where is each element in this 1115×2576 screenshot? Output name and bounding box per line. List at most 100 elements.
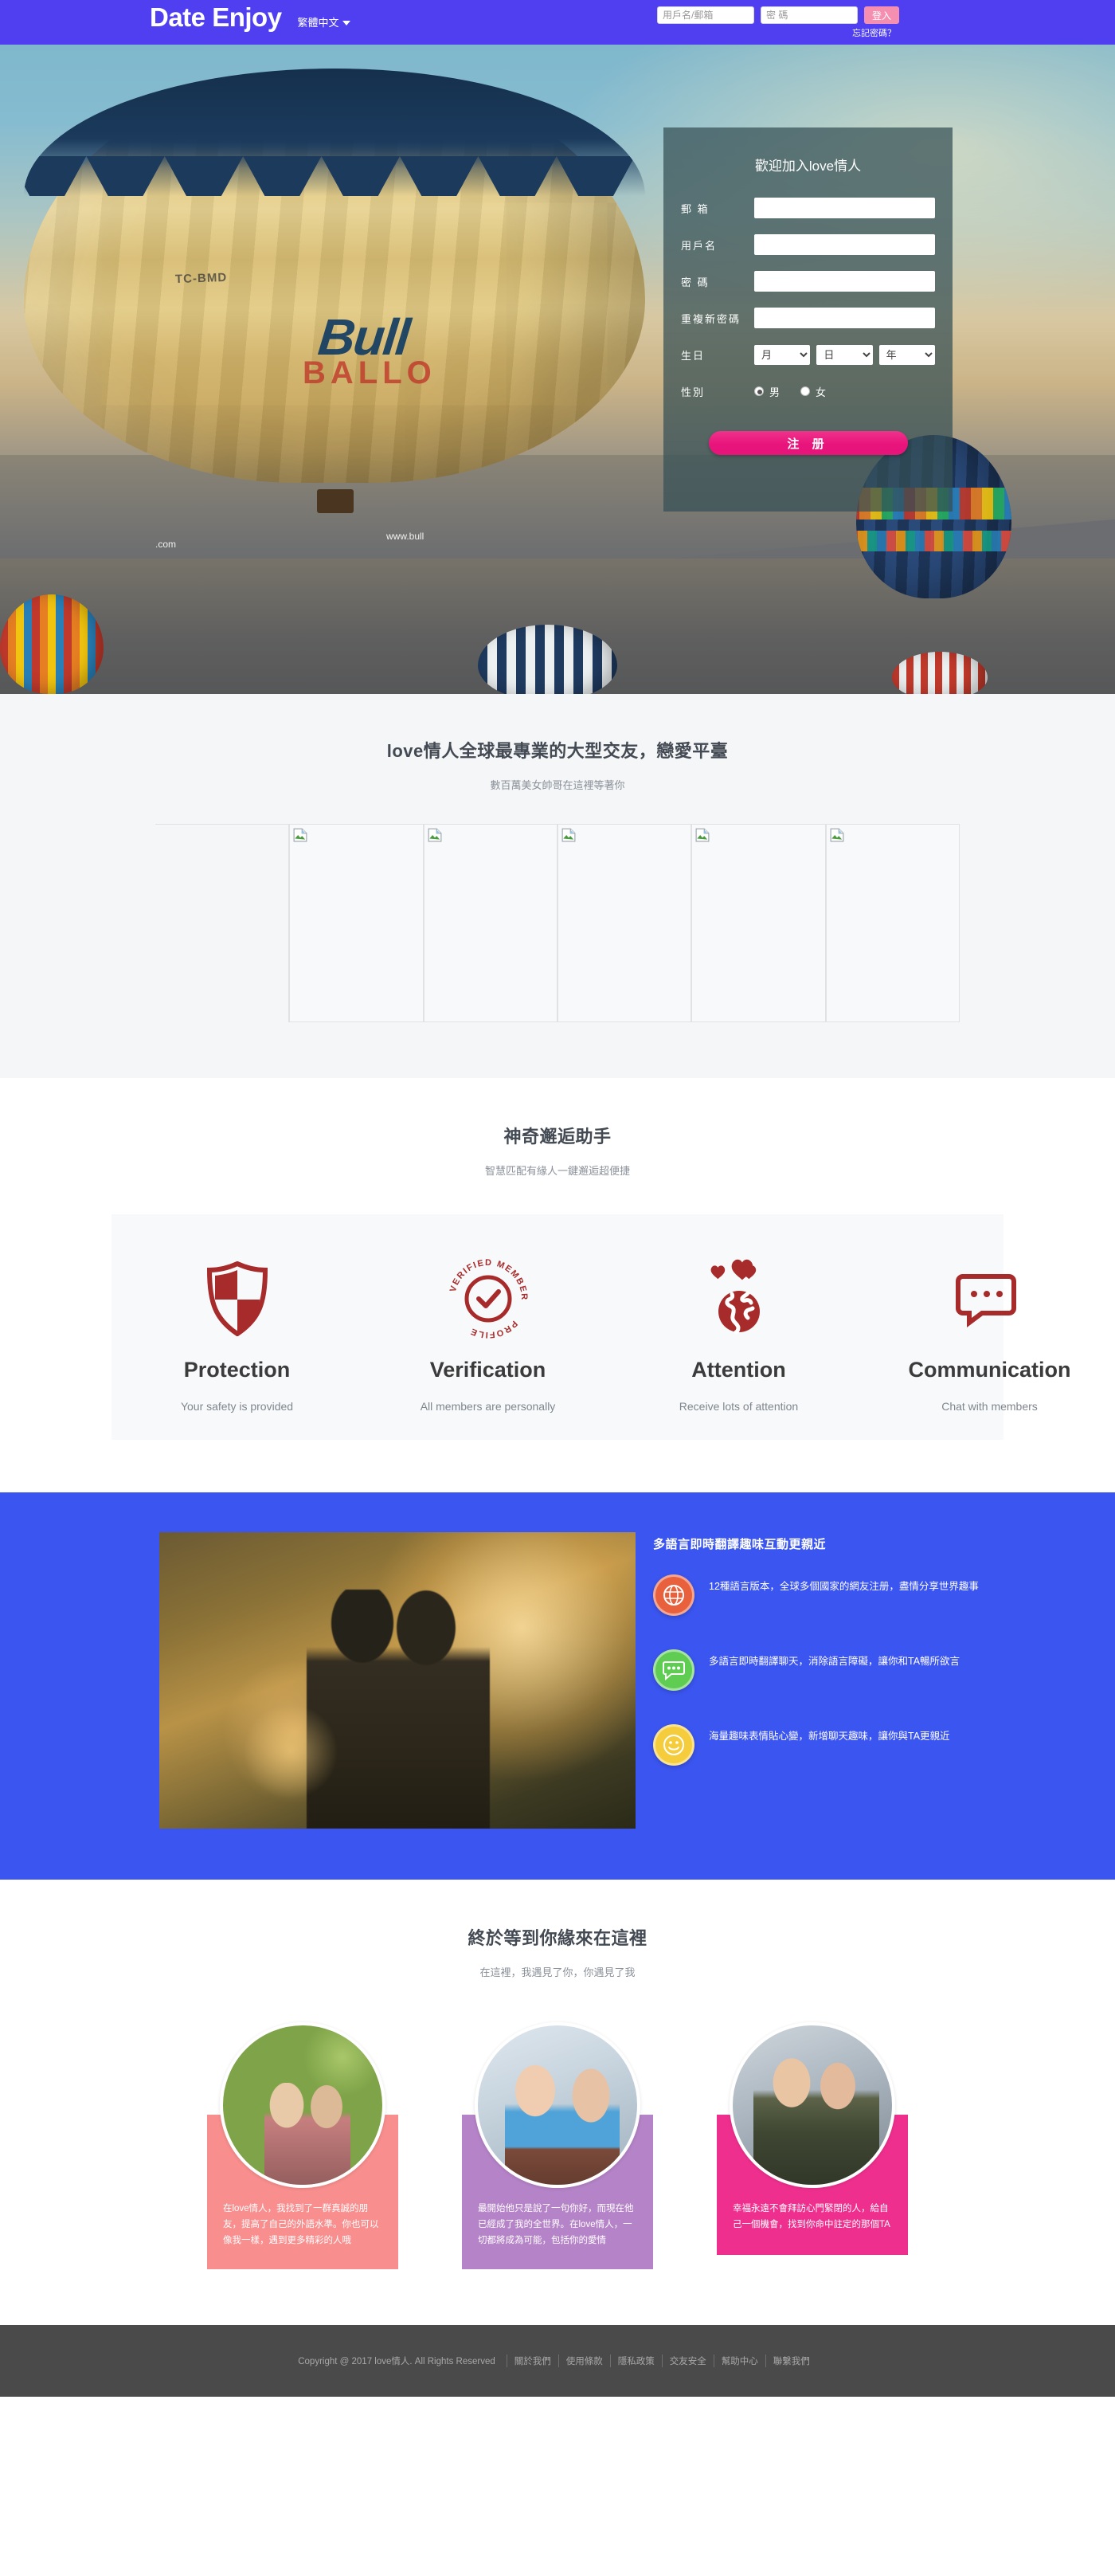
balloon-small-envelope: [892, 652, 988, 694]
hot-air-balloon-main: TC-BMD Bull BALLO .com www.bull: [24, 69, 645, 550]
blue-feature-text: 海量趣味表情貼心變，新增聊天趣味，讓你與TA更親近: [709, 1731, 950, 1742]
gender-female-label: 女: [816, 386, 827, 398]
blue-feature-text: 多語言即時翻譯聊天，消除語言障礙，讓你和TA暢所欲言: [709, 1656, 960, 1667]
footer-link-privacy[interactable]: 隱私政策: [609, 2354, 662, 2367]
gallery-cell[interactable]: [423, 825, 558, 1022]
globe-hearts-icon: [623, 1251, 855, 1347]
helper-item-title: Communication: [908, 1358, 1071, 1382]
registration-panel: 歡迎加入love情人 郵 箱 用戶名 密 碼 重複新密碼 生日 月 日 年 性別…: [663, 127, 953, 512]
gallery-cell[interactable]: [155, 825, 290, 1022]
register-submit-button[interactable]: 注 册: [708, 431, 908, 455]
footer-link-terms[interactable]: 使用條款: [558, 2354, 610, 2367]
helper-item-verification: VERIFIED MEMBER PROFILE Verification All…: [362, 1251, 613, 1413]
helper-item-desc: Your safety is provided: [180, 1400, 294, 1413]
balloon-small-envelope: [478, 625, 617, 694]
register-username-input[interactable]: [754, 234, 935, 255]
balloon-url-right: www.bull: [386, 531, 424, 542]
svg-text:VERIFIED MEMBER: VERIFIED MEMBER: [448, 1259, 528, 1301]
broken-image-icon: [293, 828, 307, 842]
username-label: 用戶名: [681, 239, 718, 252]
avatar: [730, 2022, 895, 2188]
login-username-input[interactable]: [657, 6, 754, 24]
broken-image-icon: [561, 828, 576, 842]
register-confirm-password-input[interactable]: [754, 308, 935, 328]
site-logo[interactable]: Date Enjoy: [150, 2, 282, 33]
balloon-subbrand-text: BALLO: [303, 355, 436, 390]
registration-title: 歡迎加入love情人: [754, 159, 862, 174]
gallery-section: love情人全球最專業的大型交友，戀愛平臺 數百萬美女帥哥在這裡等著你: [0, 694, 1115, 1078]
language-label: 繁體中文: [297, 17, 339, 29]
multilanguage-section: 多語言即時翻譯趣味互動更親近 12種語言版本，全球多個國家的網友注册，盡情分享世…: [0, 1492, 1115, 1880]
hot-air-balloon-small-2: [478, 625, 617, 694]
login-row: 登入: [657, 6, 992, 24]
footer-link-contact[interactable]: 聯繫我們: [765, 2354, 817, 2367]
chat-bubble-icon: [653, 1649, 694, 1691]
login-password-input[interactable]: [761, 6, 858, 24]
balloon-small-envelope: [0, 594, 104, 694]
blue-feature-smiley: 海量趣味表情貼心變，新增聊天趣味，讓你與TA更親近: [653, 1724, 1115, 1766]
globe-icon: [653, 1574, 694, 1616]
gender-male-label: 男: [769, 386, 780, 398]
multilanguage-inner: 多語言即時翻譯趣味互動更親近 12種語言版本，全球多個國家的網友注册，盡情分享世…: [159, 1532, 1115, 1829]
balloon-top-stripe: [24, 69, 645, 196]
balloon-basket: [317, 489, 354, 513]
chevron-down-icon: [342, 21, 350, 25]
register-password-input[interactable]: [754, 271, 935, 292]
balloon-zigzag-pattern: [24, 156, 645, 196]
gender-female-option[interactable]: 女: [800, 384, 826, 399]
birthday-month-select[interactable]: 月: [754, 344, 811, 365]
page-footer: Copyright @ 2017 love情人. All Rights Rese…: [0, 2325, 1115, 2397]
footer-link-safety[interactable]: 交友安全: [661, 2354, 714, 2367]
gallery-section-subtitle: 數百萬美女帥哥在這裡等著你: [490, 779, 625, 791]
multilanguage-text-column: 多語言即時翻譯趣味互動更親近 12種語言版本，全球多個國家的網友注册，盡情分享世…: [653, 1532, 1115, 1829]
registration-birthday-row: 生日 月 日 年: [681, 343, 935, 366]
avatar: [220, 2022, 385, 2188]
language-selector[interactable]: 繁體中文: [298, 18, 350, 29]
helper-item-desc: Chat with members: [941, 1400, 1038, 1413]
radio-button-icon[interactable]: [754, 386, 764, 396]
footer-content: Copyright @ 2017 love情人. All Rights Rese…: [298, 2354, 817, 2367]
gallery-cell[interactable]: [825, 825, 960, 1022]
blue-feature-text: 12種語言版本，全球多個國家的網友注册，盡情分享世界趣事: [709, 1581, 979, 1592]
gender-male-option[interactable]: 男: [754, 384, 780, 399]
registration-gender-row: 性別 男 女: [681, 380, 935, 402]
footer-link-about[interactable]: 關於我們: [506, 2354, 558, 2367]
balloon-registration-text: TC-BMD: [174, 270, 228, 287]
communication-icon: [874, 1251, 1105, 1347]
smiley-icon: [653, 1724, 694, 1766]
helper-item-title: Attention: [691, 1358, 786, 1382]
forgot-password-link[interactable]: 忘記密碼？: [657, 26, 896, 39]
gallery-cell[interactable]: [289, 825, 424, 1022]
blue-feature-chat: 多語言即時翻譯聊天，消除語言障礙，讓你和TA暢所欲言: [653, 1649, 1115, 1691]
broken-image-icon: [830, 828, 844, 842]
gallery-cell[interactable]: [557, 825, 692, 1022]
verified-badge-icon: VERIFIED MEMBER PROFILE: [372, 1251, 604, 1347]
registration-email-row: 郵 箱: [681, 197, 935, 219]
helper-item-attention: Attention Receive lots of attention: [613, 1251, 864, 1413]
helper-section: 神奇邂逅助手 智慧匹配有緣人一鍵邂逅超便捷 Protection Your sa…: [0, 1078, 1115, 1492]
birthday-year-select[interactable]: 年: [878, 344, 935, 365]
hot-air-balloon-small-1: [0, 594, 104, 694]
helper-item-desc: All members are personally: [420, 1400, 556, 1413]
broken-image-icon: [428, 828, 441, 842]
gallery-cell[interactable]: [691, 825, 826, 1022]
blue-feature-globe: 12種語言版本，全球多個國家的網友注册，盡情分享世界趣事: [653, 1574, 1115, 1616]
helper-item-protection: Protection Your safety is provided: [111, 1251, 362, 1413]
login-button[interactable]: 登入: [864, 6, 899, 24]
balloon-url-left: .com: [155, 539, 177, 550]
password-label: 密 碼: [681, 276, 710, 288]
helper-item-title: Verification: [429, 1358, 546, 1382]
birthday-day-select[interactable]: 日: [816, 344, 873, 365]
register-email-input[interactable]: [754, 198, 935, 218]
hero-banner: TC-BMD Bull BALLO .com www.bull 歡迎加入love…: [0, 45, 1115, 694]
gender-radio-group: 男 女: [754, 384, 826, 399]
testimonials-subtitle: 在這裡，我遇見了你，你遇見了我: [479, 1966, 636, 1978]
radio-button-icon[interactable]: [800, 386, 811, 396]
testimonials-title: 終於等到你緣來在這裡: [468, 1928, 647, 1948]
helper-item-desc: Receive lots of attention: [679, 1400, 799, 1413]
shield-icon: [121, 1251, 353, 1347]
couple-sunset-photo: [159, 1532, 636, 1829]
registration-username-row: 用戶名: [681, 233, 935, 256]
footer-link-help[interactable]: 幫助中心: [713, 2354, 765, 2367]
helper-section-subtitle: 智慧匹配有緣人一鍵邂逅超便捷: [484, 1165, 630, 1177]
